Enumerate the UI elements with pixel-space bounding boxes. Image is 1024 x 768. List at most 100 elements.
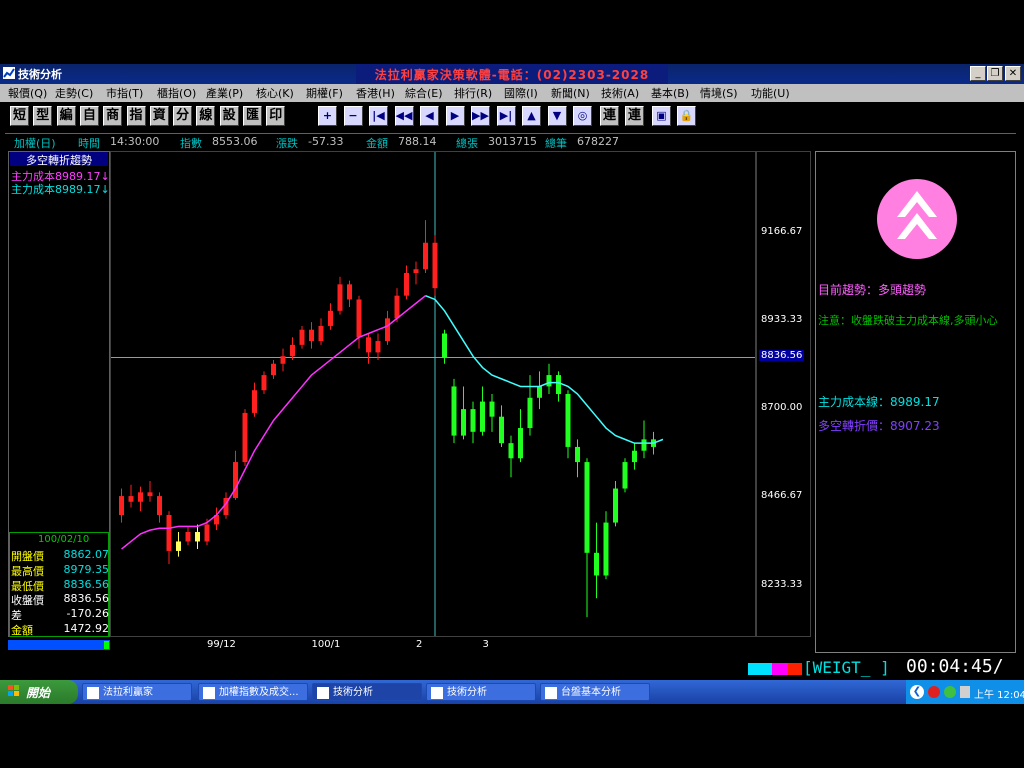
toolbar-button[interactable]: 匯 <box>243 106 262 126</box>
x-tick-label: 100/1 <box>311 639 341 650</box>
scroll-thumb[interactable] <box>104 641 109 649</box>
chart-area[interactable] <box>110 151 756 637</box>
trend-note: 注意：收盤跌破主力成本線,多頭小心 <box>818 314 998 327</box>
menu-item[interactable]: 櫃指(O) <box>157 85 196 101</box>
window-icon[interactable]: ▣ <box>652 106 671 126</box>
menu-item[interactable]: 綜合(E) <box>405 85 443 101</box>
app-chart-icon <box>3 67 15 79</box>
prev-icon[interactable]: ◀ <box>420 106 439 126</box>
candle-body <box>499 416 504 444</box>
up-icon[interactable]: ▲ <box>522 106 541 126</box>
candle-body <box>622 462 628 489</box>
candle-body <box>632 450 637 463</box>
candle-body <box>565 394 571 447</box>
taskbar-item[interactable]: 技術分析 <box>426 683 536 701</box>
toolbar-button[interactable]: 型 <box>33 106 53 126</box>
start-label: 開始 <box>26 686 51 700</box>
candle-body <box>242 412 248 463</box>
close-button[interactable]: ✕ <box>1005 66 1021 81</box>
rewind-icon[interactable]: ◀◀ <box>394 106 414 126</box>
taskbar-item[interactable]: 加權指數及成交... <box>198 683 308 701</box>
lock-icon[interactable]: 🔒 <box>677 106 696 126</box>
index-value: 8553.06 <box>212 135 258 148</box>
toolbar-button[interactable]: 分 <box>173 106 193 126</box>
candle-body <box>451 386 457 436</box>
candle-body <box>347 284 352 300</box>
menu-item[interactable]: 期權(F) <box>306 85 343 101</box>
next-icon[interactable]: ▶ <box>445 106 465 126</box>
vendor-banner: 法拉利贏家決策軟體-電話：(02)2303-2028 <box>374 68 650 82</box>
minimize-button[interactable]: _ <box>970 66 986 81</box>
candle-body <box>176 541 181 551</box>
down-icon[interactable]: ▼ <box>547 106 567 126</box>
toolbar-button[interactable]: 短 <box>10 106 29 126</box>
candle-body <box>423 242 428 270</box>
toolbar-button[interactable]: 自 <box>79 106 99 126</box>
candlestick-chart[interactable] <box>111 152 755 636</box>
chart-scrollbar[interactable] <box>8 640 110 650</box>
candle-body <box>508 443 514 459</box>
taskbar-app-icon <box>203 687 215 699</box>
stat-value: 8862.07 <box>63 548 110 561</box>
tray-expand-icon[interactable]: ❮ <box>910 685 924 699</box>
taskbar-item[interactable]: 法拉利贏家 <box>82 683 192 701</box>
menu-item[interactable]: 功能(U) <box>751 85 790 101</box>
menu-item[interactable]: 國際(I) <box>504 85 538 101</box>
start-button[interactable]: 開始 <box>0 680 78 704</box>
taskbar-item[interactable]: 技術分析 <box>312 683 422 701</box>
turn-price-value: 多空轉折價：8907.23 <box>818 419 940 433</box>
tray-app-icon[interactable] <box>928 686 940 698</box>
candle-body <box>442 333 447 358</box>
eye-icon[interactable]: ◎ <box>573 106 592 126</box>
last-icon[interactable]: ▶| <box>496 106 516 126</box>
menu-item[interactable]: 技術(A) <box>601 85 639 101</box>
toolbar-button[interactable]: 設 <box>219 106 239 126</box>
menu-item[interactable]: 排行(R) <box>454 85 492 101</box>
toolbar-button[interactable]: 商 <box>103 106 123 126</box>
menu-item[interactable]: 走勢(C) <box>55 85 93 101</box>
toolbar-button[interactable]: 編 <box>56 106 76 126</box>
menu-item[interactable]: 香港(H) <box>356 85 395 101</box>
candle-body <box>556 375 561 394</box>
taskbar-item[interactable]: 台盤基本分析 <box>540 683 650 701</box>
first-icon[interactable]: |◀ <box>369 106 388 126</box>
status-color-3 <box>788 663 802 675</box>
toolbar-button[interactable]: 指 <box>126 106 146 126</box>
price-axis: 8233.33 8466.67 8700.00 8933.33 9166.67 8836.… <box>756 151 811 637</box>
tray-volume-icon[interactable] <box>960 686 970 698</box>
candle-body <box>280 356 286 364</box>
candle-body <box>328 310 333 326</box>
stat-label: 差 <box>11 609 22 623</box>
zoom-out-icon[interactable]: − <box>343 106 363 126</box>
taskbar-item-label: 技術分析 <box>447 687 487 698</box>
candle-body <box>356 299 362 338</box>
menu-item[interactable]: 情境(S) <box>700 85 738 101</box>
menu-item[interactable]: 市指(T) <box>106 85 143 101</box>
status-code: [WEIGT_ ] <box>803 658 890 677</box>
volume-label: 總張 <box>456 137 478 150</box>
candle-body <box>309 329 314 342</box>
y-tick-label: 8466.67 <box>761 490 803 502</box>
menu-item[interactable]: 新聞(N) <box>551 85 590 101</box>
candle-body <box>252 390 257 413</box>
tray-network-icon[interactable] <box>944 686 956 698</box>
restore-button[interactable]: ❐ <box>987 66 1003 81</box>
fast-forward-icon[interactable]: ▶▶ <box>471 106 490 126</box>
zoom-in-icon[interactable]: + <box>318 106 337 126</box>
menu-item[interactable]: 產業(P) <box>206 85 243 101</box>
candle-body <box>432 242 438 289</box>
candle-body <box>157 496 162 515</box>
toolbar-button[interactable]: 線 <box>196 106 216 126</box>
toolbar-button[interactable]: 資 <box>149 106 169 126</box>
menu-item[interactable]: 報價(Q) <box>8 85 47 101</box>
menu-item[interactable]: 基本(B) <box>651 85 689 101</box>
candle-body <box>119 496 124 515</box>
symbol-label: 加權(日) <box>14 137 56 150</box>
toolbar-link-button[interactable]: 連 <box>625 106 644 126</box>
indicator-title[interactable]: 多空轉折趨勢 <box>10 152 108 167</box>
toolbar-link-button[interactable]: 連 <box>600 106 619 126</box>
candle-body <box>204 524 210 542</box>
menu-item[interactable]: 核心(K) <box>256 85 294 101</box>
stat-label: 金額 <box>11 624 33 637</box>
toolbar-button[interactable]: 印 <box>266 106 286 126</box>
